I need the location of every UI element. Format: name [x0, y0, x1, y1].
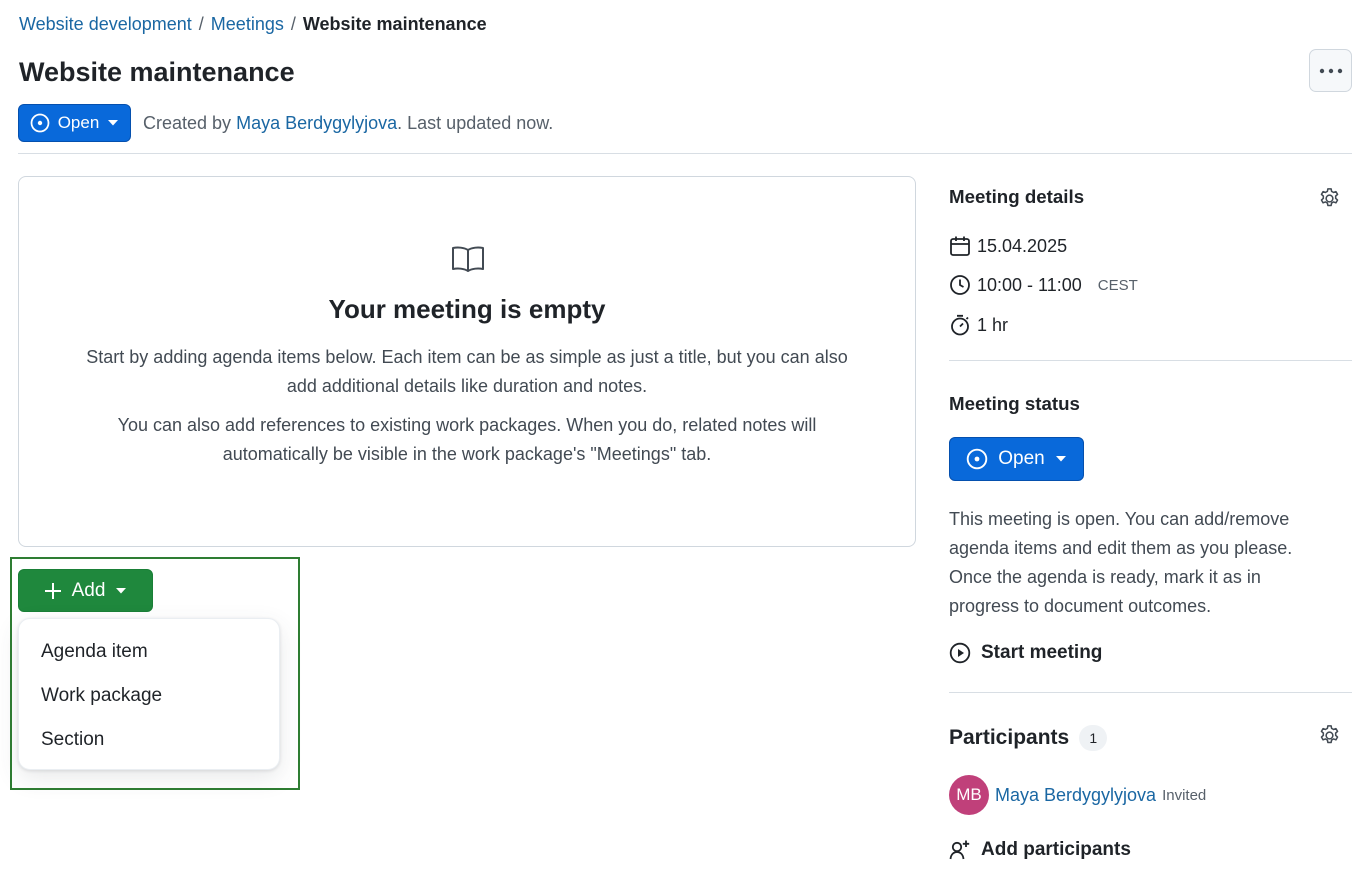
stopwatch-icon: [951, 314, 969, 336]
caret-down-icon: [1055, 456, 1066, 462]
breadcrumb-separator: /: [198, 14, 204, 34]
menu-item-agenda-item[interactable]: Agenda item: [19, 630, 279, 674]
book-icon: [452, 246, 484, 272]
meeting-date-row: 15.04.2025: [949, 235, 1352, 257]
person-add-icon: [949, 840, 970, 860]
empty-heading: Your meeting is empty: [328, 294, 606, 324]
menu-item-section[interactable]: Section: [19, 718, 279, 762]
page-title: Website maintenance: [19, 57, 295, 87]
play-circle-icon: [949, 642, 971, 664]
meeting-meta-row: Open Created by Maya Berdygylyjova. Last…: [18, 104, 553, 142]
calendar-icon: [950, 236, 970, 256]
participants-heading: Participants: [949, 726, 1070, 749]
clock-icon: [950, 275, 970, 295]
more-actions-button[interactable]: [1309, 49, 1352, 92]
author-link[interactable]: Maya Berdygylyjova: [236, 113, 397, 133]
meeting-timezone: CEST: [1097, 276, 1138, 294]
meeting-duration-row: 1 hr: [949, 314, 1352, 336]
meeting-time: 10:00 - 11:00: [977, 274, 1082, 295]
add-participants-button[interactable]: Add participants: [949, 839, 1131, 861]
breadcrumb-project-link[interactable]: Website development: [19, 14, 192, 35]
gear-icon[interactable]: [1318, 724, 1341, 747]
meeting-status-heading: Meeting status: [949, 393, 1080, 414]
participant-row: MB Maya Berdygylyjova Invited: [949, 775, 1352, 815]
meeting-date: 15.04.2025: [977, 235, 1068, 256]
add-participants-label: Add participants: [981, 839, 1131, 860]
caret-down-icon: [116, 587, 127, 593]
avatar: MB: [949, 775, 989, 815]
participant-status: Invited: [1162, 786, 1207, 804]
gear-icon[interactable]: [1318, 187, 1341, 210]
empty-agenda-card: Your meeting is empty Start by adding ag…: [18, 176, 916, 547]
menu-item-work-package[interactable]: Work package: [19, 674, 279, 718]
meeting-details-heading: Meeting details: [949, 186, 1085, 207]
add-button-label: Add: [71, 579, 106, 601]
created-by-text: Created by Maya Berdygylyjova. Last upda…: [143, 112, 554, 133]
breadcrumb-current: Website maintenance: [302, 14, 487, 34]
empty-description-1: Start by adding agenda items below. Each…: [86, 347, 848, 396]
dot-circle-icon: [966, 448, 988, 470]
empty-description-2: You can also add references to existing …: [117, 415, 817, 464]
start-meeting-label: Start meeting: [981, 642, 1103, 663]
sidebar-divider: [949, 360, 1352, 361]
status-open-label: Open: [57, 113, 100, 132]
meeting-time-row: 10:00 - 11:00 CEST: [949, 274, 1352, 296]
participants-count-badge: 1: [1079, 725, 1108, 751]
meeting-duration: 1 hr: [977, 314, 1009, 335]
dot-circle-icon: [30, 113, 50, 133]
participant-name-link[interactable]: Maya Berdygylyjova: [995, 785, 1156, 806]
breadcrumb-separator: /: [290, 14, 296, 34]
start-meeting-button[interactable]: Start meeting: [949, 642, 1102, 664]
participants-header: Participants 1: [949, 725, 1352, 751]
add-dropdown-menu: Agenda item Work package Section: [18, 618, 280, 770]
meeting-status-button[interactable]: Open: [949, 437, 1084, 481]
meeting-status-description: This meeting is open. You can add/remove…: [949, 509, 1293, 616]
meeting-status-label: Open: [998, 448, 1045, 469]
plus-icon: [44, 582, 61, 599]
caret-down-icon: [108, 120, 119, 126]
add-button[interactable]: Add: [18, 569, 153, 612]
sidebar-divider: [949, 692, 1352, 693]
breadcrumb: Website development / Meetings / Website…: [19, 14, 487, 35]
breadcrumb-meetings-link[interactable]: Meetings: [211, 14, 284, 35]
status-open-button[interactable]: Open: [18, 104, 131, 142]
kebab-horizontal-icon: [1319, 68, 1342, 73]
header-divider: [18, 153, 1352, 154]
